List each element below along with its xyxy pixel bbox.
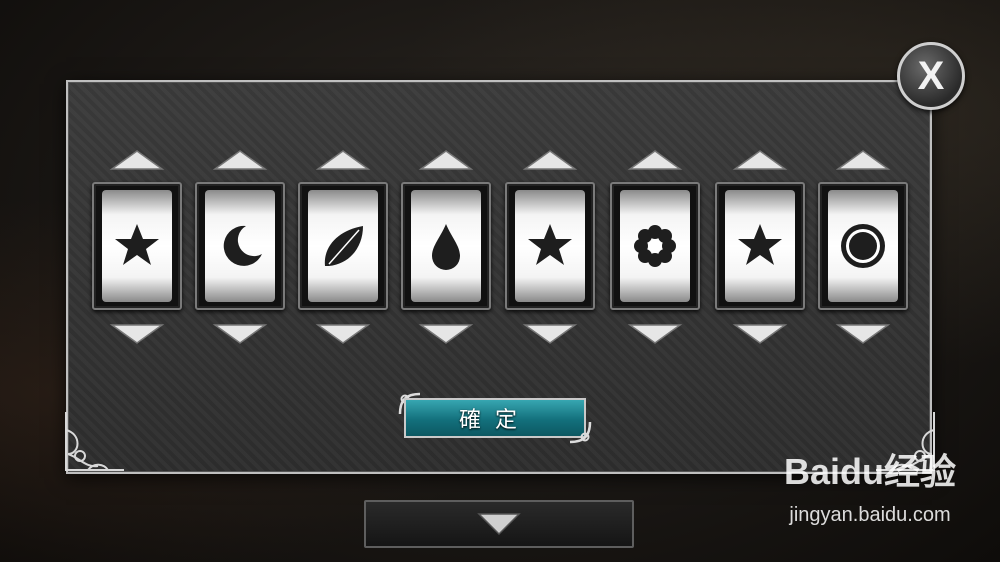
moon-icon: [223, 225, 262, 266]
reel-down-arrow-button[interactable]: [108, 322, 166, 346]
reel-3[interactable]: [308, 190, 378, 302]
reel-column: [195, 148, 285, 348]
reel-column: [505, 148, 595, 348]
star-icon: [115, 224, 159, 265]
reel-8[interactable]: [828, 190, 898, 302]
reel-up-arrow-button[interactable]: [521, 148, 579, 172]
reel-down-arrow-button[interactable]: [314, 322, 372, 346]
corner-ornament-left: [65, 412, 124, 471]
reel-up-arrow-button[interactable]: [417, 148, 475, 172]
reel-6[interactable]: [620, 190, 690, 302]
reel-2[interactable]: [205, 190, 275, 302]
drawer-toggle-button[interactable]: [364, 500, 634, 548]
close-icon: X: [917, 53, 945, 98]
reel-column: [818, 148, 908, 348]
reel-frame: [818, 182, 908, 310]
reel-down-arrow-button[interactable]: [211, 322, 269, 346]
reel-up-arrow-button[interactable]: [108, 148, 166, 172]
star-icon: [738, 224, 782, 265]
reel-column: [298, 148, 388, 348]
drop-icon: [432, 224, 460, 270]
leaf-icon: [324, 226, 363, 266]
reel-frame: [92, 182, 182, 310]
reel-7[interactable]: [725, 190, 795, 302]
reel-column: [92, 148, 182, 348]
reel-frame: [610, 182, 700, 310]
reel-up-arrow-button[interactable]: [314, 148, 372, 172]
reel-frame: [195, 182, 285, 310]
watermark: Baidu经验 jingyan.baidu.com: [770, 452, 970, 542]
reel-4[interactable]: [411, 190, 481, 302]
watermark-logo: Baidu经验: [783, 451, 956, 492]
reel-up-arrow-button[interactable]: [211, 148, 269, 172]
reel-up-arrow-button[interactable]: [626, 148, 684, 172]
reel-down-arrow-button[interactable]: [834, 322, 892, 346]
confirm-button[interactable]: 確定: [404, 398, 586, 438]
reel-column: [610, 148, 700, 348]
button-ornament-right: [569, 421, 592, 444]
sun-icon: [841, 224, 885, 268]
reel-1[interactable]: [102, 190, 172, 302]
reel-5[interactable]: [515, 190, 585, 302]
reel-frame: [715, 182, 805, 310]
reel-up-arrow-button[interactable]: [731, 148, 789, 172]
reel-down-arrow-button[interactable]: [731, 322, 789, 346]
watermark-url: jingyan.baidu.com: [789, 504, 951, 526]
close-button[interactable]: X: [897, 42, 965, 110]
confirm-button-label: 確定: [458, 408, 531, 433]
reel-frame: [401, 182, 491, 310]
reel-down-arrow-button[interactable]: [417, 322, 475, 346]
reel-frame: [298, 182, 388, 310]
reel-column: [715, 148, 805, 348]
reel-down-arrow-button[interactable]: [521, 322, 579, 346]
star-icon: [528, 224, 572, 265]
reel-frame: [505, 182, 595, 310]
reel-down-arrow-button[interactable]: [626, 322, 684, 346]
chevron-down-icon: [477, 513, 521, 536]
reel-column: [401, 148, 491, 348]
reel-up-arrow-button[interactable]: [834, 148, 892, 172]
flower-icon: [634, 225, 676, 267]
